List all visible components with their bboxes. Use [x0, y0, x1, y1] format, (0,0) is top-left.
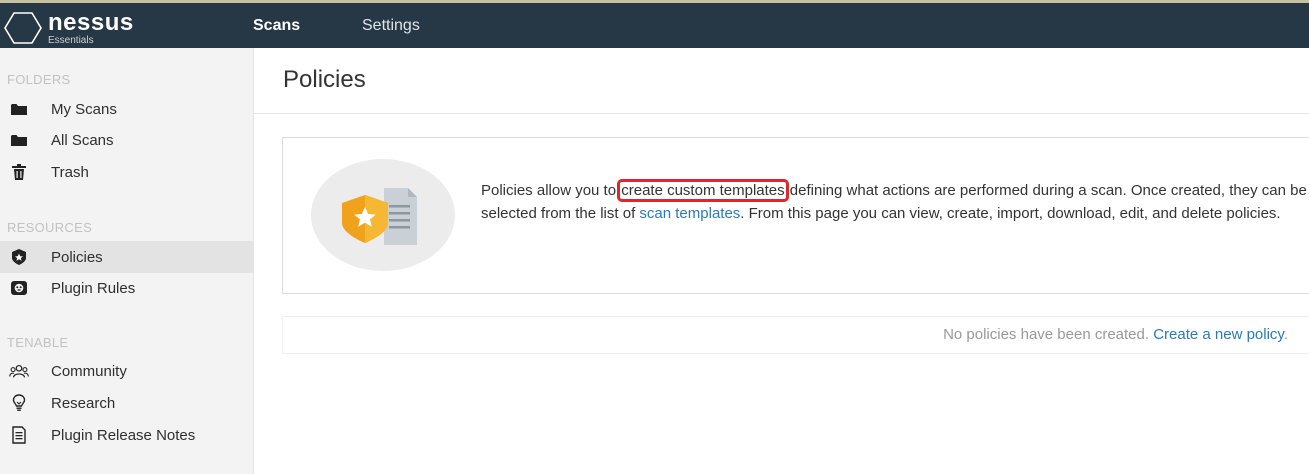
sidebar-item-label: Trash: [51, 163, 89, 181]
sidebar-item-trash[interactable]: Trash: [0, 156, 253, 188]
sidebar-item-label: All Scans: [51, 131, 114, 149]
plugin-rules-icon: [9, 278, 29, 298]
sidebar-item-all-scans[interactable]: All Scans: [0, 124, 253, 156]
title-divider: [254, 113, 1309, 114]
sidebar-item-policies[interactable]: Policies: [0, 241, 253, 273]
lightbulb-icon: [9, 393, 29, 413]
sidebar-item-plugin-release-notes[interactable]: Plugin Release Notes: [0, 419, 253, 451]
folders-section-title: FOLDERS: [7, 72, 71, 87]
trash-icon: [9, 162, 29, 182]
nav-settings[interactable]: Settings: [362, 17, 420, 35]
logo-text: nessus Essentials: [48, 8, 134, 46]
sidebar-item-my-scans[interactable]: My Scans: [0, 93, 253, 125]
create-new-policy-link[interactable]: Create a new policy: [1153, 326, 1284, 343]
sidebar-item-label: Plugin Rules: [51, 279, 136, 297]
logo-subtitle: Essentials: [48, 34, 94, 46]
empty-text-end: .: [1283, 326, 1288, 343]
notes-icon: [9, 425, 29, 445]
description-text: Policies allow you to: [481, 182, 621, 199]
sidebar-item-label: Community: [51, 362, 127, 380]
policy-document-badge-icon: [342, 188, 417, 245]
empty-state-message: No policies have been created. Create a …: [943, 326, 1288, 343]
nessus-logo[interactable]: nessus Essentials: [4, 9, 134, 47]
sidebar-item-research[interactable]: Research: [0, 387, 253, 419]
policies-info-panel: Policies allow you to create custom temp…: [282, 137, 1309, 294]
tenable-section-title: TENABLE: [7, 335, 69, 350]
policies-description: Policies allow you to create custom temp…: [481, 179, 1309, 225]
sidebar-item-community[interactable]: Community: [0, 355, 253, 387]
description-text: . From this page you can view, create, i…: [740, 204, 1281, 222]
nav-scans[interactable]: Scans: [253, 17, 300, 35]
empty-text: No policies have been created.: [943, 326, 1154, 343]
scan-templates-link[interactable]: scan templates: [639, 205, 740, 222]
folder-icon: [9, 99, 29, 119]
top-navigation-bar: nessus Essentials Scans Settings: [0, 0, 1309, 48]
policies-empty-state: No policies have been created. Create a …: [282, 316, 1309, 354]
policy-illustration: [311, 159, 455, 271]
sidebar-item-label: Research: [51, 394, 116, 412]
folder-icon: [9, 130, 29, 150]
sidebar-item-plugin-rules[interactable]: Plugin Rules: [0, 272, 253, 304]
hexagon-logo-icon: [4, 12, 42, 44]
create-custom-templates-link[interactable]: create custom templates: [617, 179, 789, 202]
resources-section-title: RESOURCES: [7, 220, 93, 235]
sidebar-item-label: Policies: [51, 248, 103, 266]
sidebar-item-label: My Scans: [51, 100, 117, 118]
sidebar-item-label: Plugin Release Notes: [51, 426, 196, 444]
community-icon: [9, 361, 29, 381]
logo-name: nessus: [48, 8, 134, 36]
sidebar: FOLDERS My Scans All Scans Trash RESOURC…: [0, 48, 254, 474]
shield-star-icon: [9, 247, 29, 267]
page-title: Policies: [283, 66, 366, 93]
